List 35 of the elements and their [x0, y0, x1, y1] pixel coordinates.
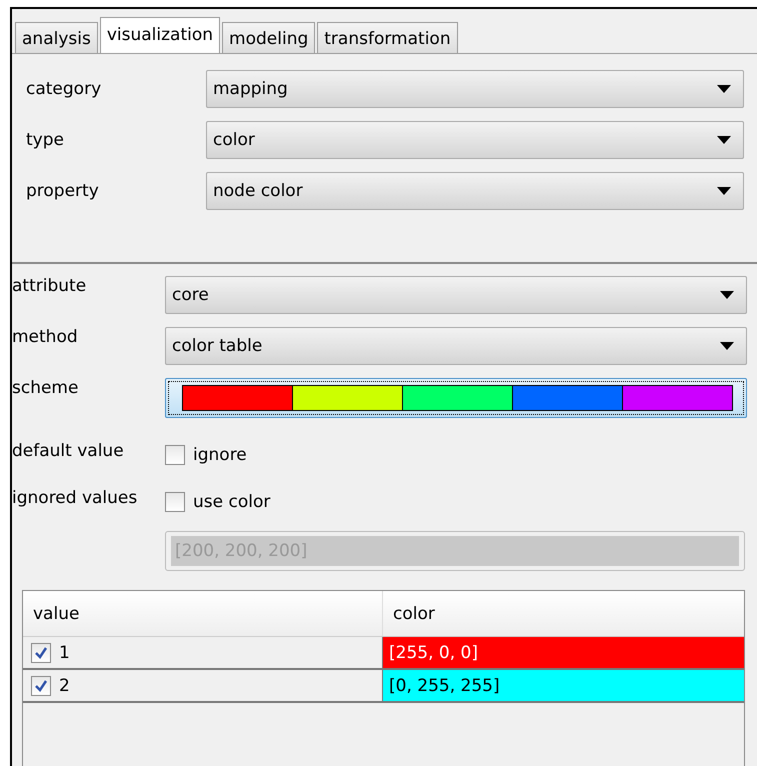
- field-label: scheme: [12, 378, 80, 398]
- checkbox[interactable]: [31, 676, 51, 696]
- dropdown[interactable]: color table: [165, 327, 747, 365]
- table-cell: 2: [59, 676, 70, 696]
- field-label: property: [26, 181, 100, 201]
- dropdown[interactable]: core: [165, 276, 747, 314]
- tab[interactable]: analysis: [15, 22, 98, 53]
- field-label: attribute: [12, 276, 88, 296]
- field-label: ignored values: [12, 488, 138, 508]
- checkbox[interactable]: [165, 445, 185, 465]
- tab[interactable]: modeling: [222, 22, 316, 53]
- dropdown[interactable]: color: [206, 121, 744, 159]
- checkbox[interactable]: [31, 642, 51, 662]
- checkbox[interactable]: [165, 492, 185, 512]
- dropdown[interactable]: node color: [206, 172, 744, 210]
- dropdown-caret-icon: [717, 187, 731, 195]
- color-cell: [0, 255, 255]: [383, 670, 744, 701]
- field-label: category: [26, 79, 102, 99]
- field-label: method: [12, 327, 79, 347]
- table-cell: 1: [59, 642, 70, 662]
- dropdown[interactable]: mapping: [206, 70, 744, 108]
- tab[interactable]: visualization: [100, 17, 220, 53]
- color-scheme-selector[interactable]: [165, 378, 747, 418]
- dropdown-caret-icon: [717, 85, 731, 93]
- dropdown-caret-icon: [720, 342, 734, 350]
- tab[interactable]: transformation: [317, 22, 458, 53]
- column-header[interactable]: color: [383, 591, 744, 636]
- color-cell: [255, 0, 0]: [383, 637, 744, 668]
- dropdown-caret-icon: [720, 291, 734, 299]
- checkbox-label: ignore: [193, 445, 247, 465]
- column-header[interactable]: value: [23, 591, 383, 636]
- dropdown-caret-icon: [717, 136, 731, 144]
- checkbox-label: use color: [193, 492, 270, 512]
- field-label: default value: [12, 441, 125, 461]
- field-label: type: [26, 130, 65, 150]
